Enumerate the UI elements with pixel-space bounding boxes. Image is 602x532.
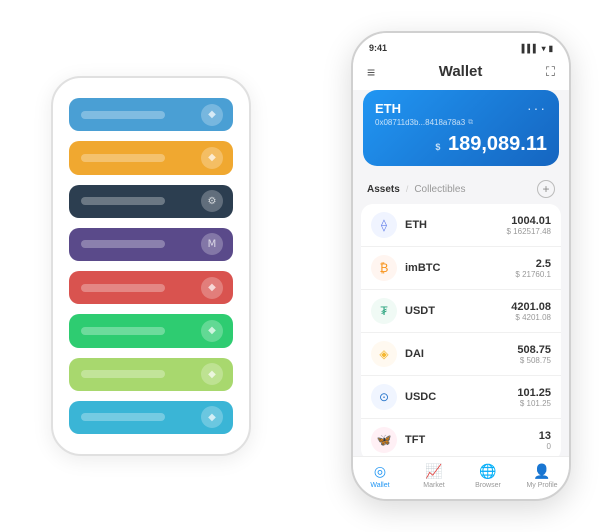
card-icon: ◆ <box>201 277 223 299</box>
asset-name-dai: DAI <box>405 348 509 360</box>
page-title: Wallet <box>439 63 483 80</box>
add-asset-button[interactable]: + <box>537 180 555 198</box>
asset-name-eth: ETH <box>405 219 499 231</box>
background-phone: ◆ ◆ ⚙ Ⅿ ◆ ◆ ◆ ◆ <box>51 76 251 456</box>
wallet-nav-label: Wallet <box>370 482 389 489</box>
nav-browser[interactable]: 🌐 Browser <box>468 463 508 489</box>
asset-values-usdt: 4201.08 $ 4201.08 <box>511 301 551 322</box>
card-label <box>81 370 165 378</box>
nav-profile[interactable]: 👤 My Profile <box>522 463 562 489</box>
card-icon: ◆ <box>201 406 223 428</box>
assets-tabs: Assets / Collectibles <box>367 184 465 195</box>
card-icon: ◆ <box>201 363 223 385</box>
asset-name-imbtc: imBTC <box>405 262 507 274</box>
asset-values-usdc: 101.25 $ 101.25 <box>517 387 551 408</box>
asset-values-eth: 1004.01 $ 162517.48 <box>507 215 552 236</box>
phone-content: ETH ··· 0x08711d3b...8418a78a3 ⧉ $ 189,0… <box>353 90 569 456</box>
copy-icon[interactable]: ⧉ <box>468 119 473 127</box>
dai-icon: ◈ <box>371 341 397 367</box>
card-label <box>81 240 165 248</box>
signal-icon: ▌▌▌ <box>522 44 539 53</box>
table-row[interactable]: 🦋 TFT 13 0 <box>361 419 561 456</box>
card-label <box>81 284 165 292</box>
list-item[interactable]: ◆ <box>69 98 233 131</box>
asset-values-dai: 508.75 $ 508.75 <box>517 344 551 365</box>
card-label <box>81 197 165 205</box>
eth-card-address: 0x08711d3b...8418a78a3 ⧉ <box>375 118 547 127</box>
scene: ◆ ◆ ⚙ Ⅿ ◆ ◆ ◆ ◆ <box>11 11 591 521</box>
card-label <box>81 413 165 421</box>
asset-list: ⟠ ETH 1004.01 $ 162517.48 ₿ imBTC <box>361 204 561 456</box>
list-item[interactable]: ◆ <box>69 271 233 304</box>
eth-card-header: ETH ··· <box>375 100 547 116</box>
list-item[interactable]: ◆ <box>69 401 233 434</box>
nav-market[interactable]: 📈 Market <box>414 463 454 489</box>
list-item[interactable]: Ⅿ <box>69 228 233 261</box>
card-label <box>81 327 165 335</box>
list-item[interactable]: ◆ <box>69 314 233 347</box>
battery-icon: ▮ <box>549 44 553 53</box>
tft-icon: 🦋 <box>371 427 397 453</box>
asset-name-usdt: USDT <box>405 305 503 317</box>
eth-icon: ⟠ <box>371 212 397 238</box>
card-icon: Ⅿ <box>201 233 223 255</box>
balance-currency-label: $ <box>435 142 440 152</box>
card-icon: ⚙ <box>201 190 223 212</box>
list-item[interactable]: ⚙ <box>69 185 233 218</box>
expand-icon[interactable]: ⛶ <box>546 64 555 80</box>
tab-collectibles[interactable]: Collectibles <box>414 184 465 195</box>
asset-values-imbtc: 2.5 $ 21760.1 <box>515 258 551 279</box>
imbtc-icon: ₿ <box>371 255 397 281</box>
assets-header: Assets / Collectibles + <box>353 174 569 204</box>
list-item[interactable]: ◆ <box>69 358 233 391</box>
bottom-nav: ◎ Wallet 📈 Market 🌐 Browser 👤 My Profile <box>353 456 569 499</box>
eth-card-title: ETH <box>375 101 401 116</box>
asset-name-usdc: USDC <box>405 391 509 403</box>
eth-card-menu-icon[interactable]: ··· <box>527 100 547 116</box>
profile-nav-label: My Profile <box>526 482 557 489</box>
card-label <box>81 111 165 119</box>
menu-icon[interactable]: ≡ <box>367 64 375 80</box>
profile-nav-icon: 👤 <box>533 463 550 480</box>
table-row[interactable]: ⊙ USDC 101.25 $ 101.25 <box>361 376 561 419</box>
main-phone: 9:41 ▌▌▌ ▾ ▮ ≡ Wallet ⛶ ETH ··· 0x08711d <box>351 31 571 501</box>
card-icon: ◆ <box>201 147 223 169</box>
market-nav-icon: 📈 <box>425 463 442 480</box>
tab-divider: / <box>406 184 409 194</box>
asset-name-tft: TFT <box>405 434 531 446</box>
list-item[interactable]: ◆ <box>69 141 233 174</box>
eth-card[interactable]: ETH ··· 0x08711d3b...8418a78a3 ⧉ $ 189,0… <box>363 90 559 166</box>
table-row[interactable]: ₿ imBTC 2.5 $ 21760.1 <box>361 247 561 290</box>
table-row[interactable]: ⟠ ETH 1004.01 $ 162517.48 <box>361 204 561 247</box>
phone-header: ≡ Wallet ⛶ <box>353 57 569 90</box>
table-row[interactable]: ◈ DAI 508.75 $ 508.75 <box>361 333 561 376</box>
nav-wallet[interactable]: ◎ Wallet <box>360 463 400 489</box>
wallet-nav-icon: ◎ <box>374 463 386 480</box>
market-nav-label: Market <box>423 482 444 489</box>
usdc-icon: ⊙ <box>371 384 397 410</box>
usdt-icon: ₮ <box>371 298 397 324</box>
tab-assets[interactable]: Assets <box>367 184 400 195</box>
card-icon: ◆ <box>201 104 223 126</box>
browser-nav-label: Browser <box>475 482 501 489</box>
asset-values-tft: 13 0 <box>539 430 551 451</box>
card-label <box>81 154 165 162</box>
balance-amount: 189,089.11 <box>448 133 547 155</box>
wifi-icon: ▾ <box>542 44 546 53</box>
status-icons: ▌▌▌ ▾ ▮ <box>522 44 553 53</box>
card-icon: ◆ <box>201 320 223 342</box>
browser-nav-icon: 🌐 <box>479 463 496 480</box>
status-bar: 9:41 ▌▌▌ ▾ ▮ <box>353 33 569 57</box>
table-row[interactable]: ₮ USDT 4201.08 $ 4201.08 <box>361 290 561 333</box>
eth-card-balance: $ 189,089.11 <box>375 133 547 156</box>
status-time: 9:41 <box>369 43 387 53</box>
